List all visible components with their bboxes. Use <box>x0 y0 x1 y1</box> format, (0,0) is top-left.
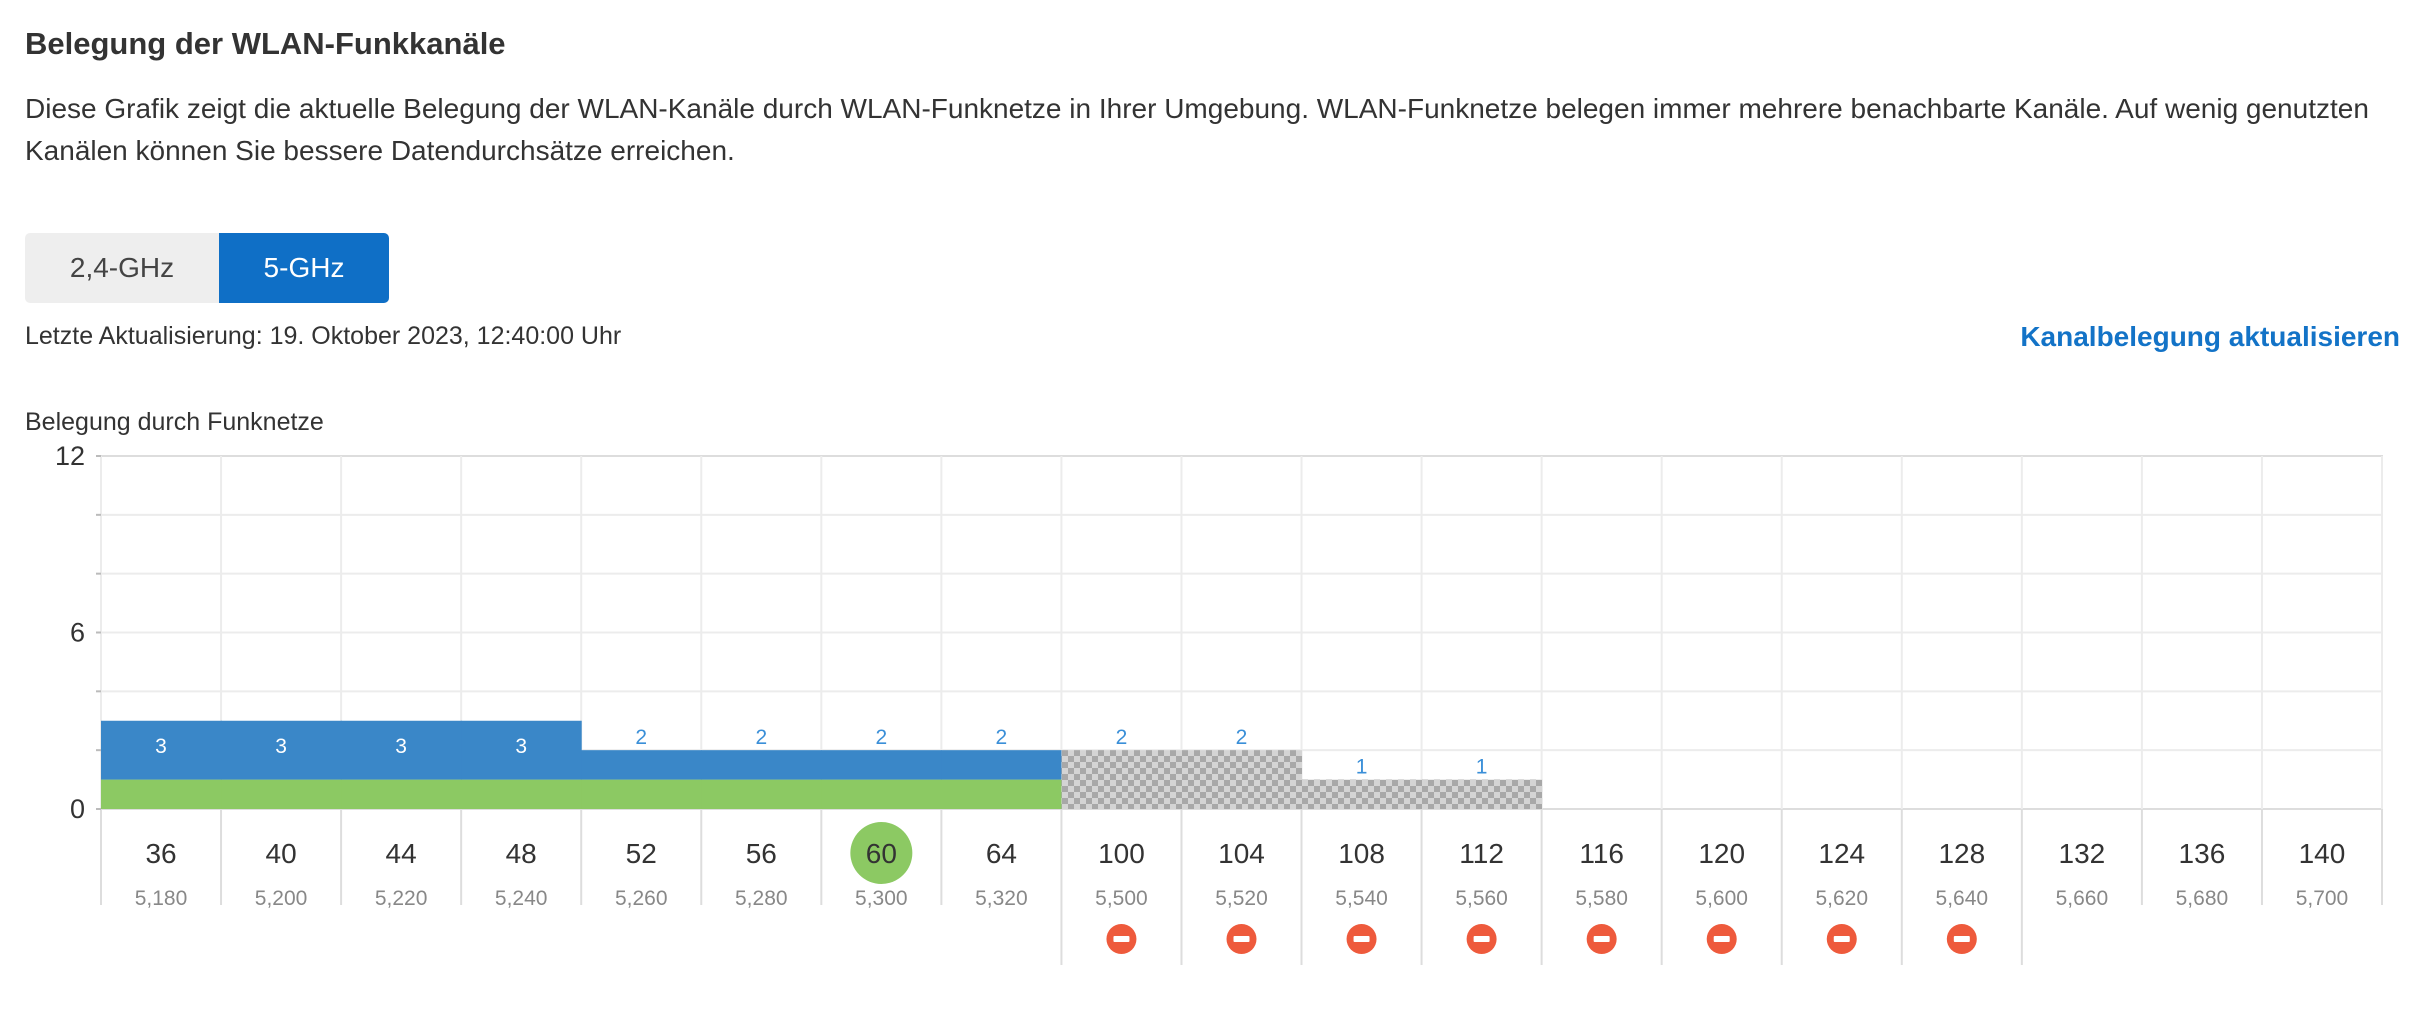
channel-number-label: 140 <box>2299 838 2346 869</box>
bar-count-label: 2 <box>635 726 647 749</box>
channel-number-label: 120 <box>1698 838 1745 869</box>
own-network-bar <box>821 779 942 809</box>
channel-number-label: 40 <box>266 838 297 869</box>
y-tick-label: 0 <box>70 794 85 824</box>
channel-number-label: 100 <box>1098 838 1145 869</box>
channel-frequency-label: 5,520 <box>1215 887 1268 910</box>
channel-frequency-label: 5,280 <box>735 887 788 910</box>
bar-count-label: 3 <box>395 735 407 758</box>
channel-number-label: 48 <box>506 838 537 869</box>
channel-frequency-label: 5,700 <box>2296 887 2349 910</box>
channel-number-label: 44 <box>386 838 417 869</box>
blocked-channel-icon-bar <box>1713 936 1730 942</box>
own-network-bar <box>701 779 822 809</box>
own-network-bar <box>581 779 702 809</box>
channel-occupancy-chart: 06123365,1803405,2003445,2203485,2402525… <box>55 441 2383 965</box>
channel-frequency-label: 5,640 <box>1936 887 1989 910</box>
channel-number-label: 64 <box>986 838 1017 869</box>
blocked-channel-icon-bar <box>1833 936 1850 942</box>
neighbor-network-bar <box>941 750 1062 780</box>
dfs-blocked-bar <box>1181 750 1303 809</box>
channel-number-label: 136 <box>2179 838 2226 869</box>
bar-count-label: 2 <box>755 726 767 749</box>
channel-frequency-label: 5,680 <box>2176 887 2229 910</box>
y-tick-label: 12 <box>55 441 85 471</box>
channel-number-label: 116 <box>1579 838 1624 869</box>
blocked-channel-icon-bar <box>1953 936 1970 942</box>
channel-number-label: 132 <box>2059 838 2106 869</box>
channel-frequency-label: 5,560 <box>1455 887 1508 910</box>
channel-frequency-label: 5,540 <box>1335 887 1388 910</box>
bar-count-label: 2 <box>996 726 1008 749</box>
channel-number-label: 108 <box>1338 838 1385 869</box>
bar-count-label: 2 <box>1116 726 1128 749</box>
y-tick-label: 6 <box>70 618 85 648</box>
blocked-channel-icon-bar <box>1353 936 1370 942</box>
channel-number-label: 56 <box>746 838 777 869</box>
channel-number-label: 52 <box>626 838 657 869</box>
own-network-bar <box>461 779 582 809</box>
channel-number-label: 104 <box>1218 838 1265 869</box>
bar-count-label: 1 <box>1476 756 1488 779</box>
channel-frequency-label: 5,320 <box>975 887 1028 910</box>
own-network-bar <box>101 779 222 809</box>
dfs-blocked-bar <box>1061 750 1182 809</box>
blocked-channel-icon-bar <box>1593 936 1610 942</box>
channel-frequency-label: 5,240 <box>495 887 548 910</box>
channel-frequency-label: 5,580 <box>1575 887 1628 910</box>
channel-frequency-label: 5,200 <box>255 887 308 910</box>
blocked-channel-icon-bar <box>1233 936 1250 942</box>
bar-count-label: 2 <box>1236 726 1248 749</box>
own-network-bar <box>941 779 1062 809</box>
bar-count-label: 3 <box>515 735 527 758</box>
neighbor-network-bar <box>581 750 702 780</box>
channel-frequency-label: 5,500 <box>1095 887 1148 910</box>
channel-frequency-label: 5,260 <box>615 887 668 910</box>
channel-frequency-label: 5,600 <box>1695 887 1748 910</box>
neighbor-network-bar <box>701 750 822 780</box>
dfs-blocked-bar <box>1421 779 1543 809</box>
blocked-channel-icon-bar <box>1473 936 1490 942</box>
channel-frequency-label: 5,660 <box>2056 887 2109 910</box>
bar-count-label: 2 <box>875 726 887 749</box>
bar-count-label: 3 <box>275 735 287 758</box>
bar-count-label: 3 <box>155 735 167 758</box>
neighbor-network-bar <box>821 750 942 780</box>
channel-number-label: 60 <box>866 838 897 869</box>
channel-frequency-label: 5,620 <box>1815 887 1868 910</box>
blocked-channel-icon-bar <box>1113 936 1130 942</box>
channel-number-label: 128 <box>1938 838 1985 869</box>
channel-frequency-label: 5,220 <box>375 887 428 910</box>
own-network-bar <box>341 779 462 809</box>
bar-count-label: 1 <box>1356 756 1368 779</box>
channel-number-label: 112 <box>1459 838 1504 869</box>
own-network-bar <box>221 779 342 809</box>
channel-number-label: 124 <box>1818 838 1865 869</box>
channel-number-label: 36 <box>145 838 176 869</box>
dfs-blocked-bar <box>1301 779 1423 809</box>
channel-frequency-label: 5,180 <box>135 887 188 910</box>
channel-frequency-label: 5,300 <box>855 887 908 910</box>
